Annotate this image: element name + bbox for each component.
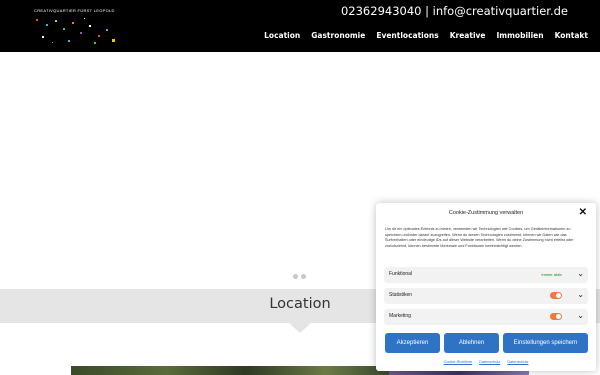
deny-button[interactable]: Ablehnen xyxy=(444,333,499,353)
privacy-link[interactable]: Datenschutz xyxy=(479,360,500,364)
nav-item-eventlocations[interactable]: Eventlocations xyxy=(376,31,438,40)
close-icon[interactable]: ✕ xyxy=(579,207,587,218)
slider-pagination xyxy=(293,274,306,279)
site-header: CREATIVQUARTIER FÜRST LEOPOLD 0236294304… xyxy=(0,0,600,52)
consent-row-label: Statistiken xyxy=(389,292,413,298)
section-arrow xyxy=(288,322,312,333)
consent-row-marketing[interactable]: Marketing ⌄ xyxy=(384,309,588,325)
site-logo[interactable]: CREATIVQUARTIER FÜRST LEOPOLD xyxy=(28,6,120,48)
consent-row-label: Marketing xyxy=(389,313,411,319)
chevron-down-icon[interactable]: ⌄ xyxy=(577,269,584,278)
chevron-down-icon[interactable]: ⌄ xyxy=(577,290,584,299)
accept-button[interactable]: Akzeptieren xyxy=(385,333,440,353)
consent-status-always-active: Immer aktiv xyxy=(541,271,562,277)
save-settings-button[interactable]: Einstellungen speichern xyxy=(503,333,588,353)
cookie-policy-link[interactable]: Cookie-Richtlinie xyxy=(444,360,473,364)
cookie-dialog-title: Cookie-Zustimmung verwalten xyxy=(448,210,524,216)
logo-text: CREATIVQUARTIER FÜRST LEOPOLD xyxy=(34,8,115,13)
consent-row-statistics[interactable]: Statistiken ⌄ xyxy=(384,288,588,304)
nav-item-kreative[interactable]: Kreative xyxy=(450,31,486,40)
nav-item-immobilien[interactable]: Immobilien xyxy=(497,31,544,40)
chevron-down-icon[interactable]: ⌄ xyxy=(577,311,584,320)
nav-item-location[interactable]: Location xyxy=(264,31,300,40)
privacy-link-2[interactable]: Datenschutz xyxy=(507,360,528,364)
slider-dot-2[interactable] xyxy=(301,274,306,279)
statistics-toggle[interactable] xyxy=(550,292,562,299)
cookie-links: Cookie-Richtlinie Datenschutz Datenschut… xyxy=(376,360,596,364)
logo-dots-graphic xyxy=(36,18,115,44)
location-photo xyxy=(71,366,389,375)
nav-item-gastronomie[interactable]: Gastronomie xyxy=(311,31,365,40)
consent-row-functional[interactable]: Funktional Immer aktiv ⌄ xyxy=(384,267,588,283)
cookie-description: Um dir ein optimales Erlebnis zu bieten,… xyxy=(385,227,574,248)
cookie-consent-dialog: Cookie-Zustimmung verwalten ✕ Um dir ein… xyxy=(376,203,596,371)
consent-row-label: Funktional xyxy=(389,271,413,277)
contact-info[interactable]: 02362943040 | info@creativquartier.de xyxy=(341,4,568,18)
slider-dot-1[interactable] xyxy=(293,274,298,279)
nav-item-kontakt[interactable]: Kontakt xyxy=(555,31,588,40)
marketing-toggle[interactable] xyxy=(550,313,562,320)
main-nav: Location Gastronomie Eventlocations Krea… xyxy=(264,31,588,40)
